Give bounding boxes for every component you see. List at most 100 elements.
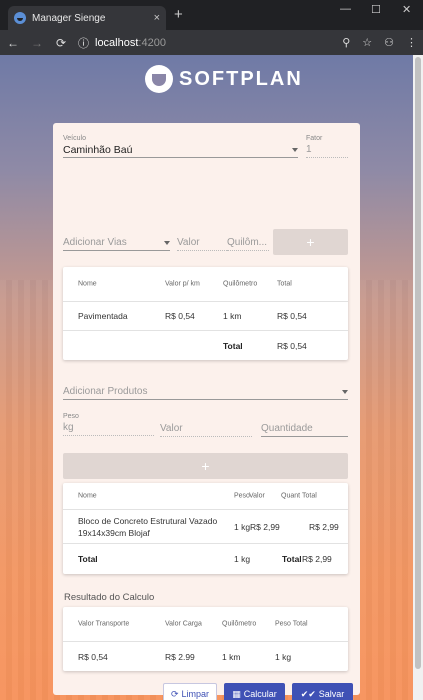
col-peso: Peso (234, 492, 250, 500)
produtos-table: Nome Peso Valor Quant Total Bloco de Con… (63, 483, 348, 574)
scrollbar[interactable] (413, 55, 423, 700)
col-quilometro: Quilômetro (223, 280, 258, 288)
cell-total: R$ 2,99 (309, 521, 339, 532)
table-row[interactable]: Bloco de Concreto Estrutural Vazado 19x14… (63, 510, 348, 544)
col-quilometro: Quilômetro (222, 620, 257, 628)
add-vias-select[interactable]: Adicionar Vias (63, 235, 170, 251)
logo-text: SOFTPLAN (179, 67, 303, 90)
produto-valor-input[interactable]: Valor (160, 421, 252, 437)
peso-placeholder: kg (63, 422, 74, 433)
table-total-row: Total R$ 0,54 (63, 331, 348, 360)
softplan-logo: SOFTPLAN (145, 65, 303, 93)
limpar-button[interactable]: ⟳ Limpar (163, 683, 217, 700)
tab-bar: Manager Sienge × + — ☐ ✕ (0, 0, 423, 30)
window-close-icon[interactable]: ✕ (402, 3, 411, 16)
table-header-row: Nome Peso Valor Quant Total (63, 483, 348, 510)
extension-icon[interactable]: ⚇ (384, 36, 394, 49)
col-valor-carga: Valor Carga (165, 620, 202, 628)
total-label: Total (78, 554, 98, 564)
tab-close-icon[interactable]: × (154, 12, 160, 24)
vehicle-select[interactable]: Veículo Caminhão Baú (63, 135, 298, 158)
col-valor-transporte: Valor Transporte (78, 620, 130, 628)
add-via-button[interactable]: + (273, 229, 348, 255)
page-viewport: SOFTPLAN Veículo Caminhão Baú Fator 1 Ad… (0, 55, 423, 700)
tab-title: Manager Sienge (32, 12, 106, 24)
table-row[interactable]: Pavimentada R$ 0,54 1 km R$ 0,54 (63, 302, 348, 331)
vias-km-placeholder: Quilôm... (227, 237, 268, 248)
salvar-label: Salvar (318, 689, 345, 699)
fator-label: Fator (306, 135, 323, 142)
logo-mark-icon (145, 65, 173, 93)
maximize-icon[interactable]: ☐ (371, 3, 381, 16)
peso-input[interactable]: Peso kg (63, 413, 154, 436)
quantidade-placeholder: Quantidade (261, 423, 313, 434)
total-label: Total (223, 340, 243, 351)
cell-valor-carga: R$ 2.99 (165, 651, 195, 662)
add-produtos-select[interactable]: Adicionar Produtos (63, 384, 348, 400)
cell-quilometro: 1 km (222, 651, 241, 662)
cell-km: 1 km (223, 311, 242, 321)
reload-icon[interactable]: ⟳ (54, 36, 68, 50)
salvar-button[interactable]: ✔✔ Salvar (292, 683, 353, 700)
calculator-icon: ▦ (232, 688, 241, 699)
resultado-title: Resultado do Calculo (64, 592, 155, 603)
cell-nome: Bloco de Concreto Estrutural Vazado 19x14… (78, 515, 217, 539)
add-vias-placeholder: Adicionar Vias (63, 237, 127, 248)
browser-chrome: Manager Sienge × + — ☐ ✕ ← → ⟳ ⓘ localho… (0, 0, 423, 55)
browser-menu-icon[interactable]: ⋮ (406, 36, 417, 49)
vias-valor-placeholder: Valor (177, 237, 200, 248)
total-value: R$ 2,99 (302, 554, 332, 564)
bookmark-star-icon[interactable]: ☆ (362, 36, 372, 49)
col-total: Total (277, 280, 292, 288)
url-host: localhost (95, 36, 139, 49)
table-header-row: Valor Transporte Valor Carga Quilômetro … (63, 607, 348, 642)
table-total-row: Total 1 kg Total R$ 2,99 (63, 544, 348, 574)
minimize-icon[interactable]: — (340, 3, 351, 15)
vias-km-input[interactable]: Quilôm... (227, 235, 269, 251)
col-quant: Quant (281, 492, 301, 500)
resultado-table: Valor Transporte Valor Carga Quilômetro … (63, 607, 348, 671)
browser-tab[interactable]: Manager Sienge × (8, 6, 166, 30)
new-tab-icon[interactable]: + (174, 7, 183, 22)
url-port: :4200 (138, 36, 166, 49)
dropdown-arrow-icon (164, 240, 170, 245)
cell-nome-line2: 19x14x39cm Blojaf (78, 527, 150, 538)
table-header-row: Nome Valor p/ km Quilômetro Total (63, 267, 348, 302)
cell-valor-transporte: R$ 0,54 (78, 651, 108, 662)
scrollbar-thumb[interactable] (415, 57, 421, 669)
fator-field[interactable]: Fator 1 (306, 135, 348, 158)
zoom-icon[interactable]: ⚲ (342, 36, 350, 49)
col-nome: Nome (78, 280, 97, 288)
col-total: Total (302, 492, 317, 500)
fator-value: 1 (306, 144, 312, 155)
vehicle-label: Veículo (63, 135, 86, 142)
total-peso: 1 kg (234, 554, 251, 564)
vehicle-value: Caminhão Baú (63, 143, 133, 156)
double-check-icon: ✔✔ (300, 688, 316, 699)
col-peso-total: Peso Total (275, 620, 308, 628)
cell-total: R$ 0,54 (277, 311, 307, 321)
calcular-button[interactable]: ▦ Calcular (224, 683, 285, 700)
table-row: R$ 0,54 R$ 2.99 1 km 1 kg (63, 642, 348, 671)
col-nome: Nome (78, 492, 97, 500)
limpar-label: Limpar (181, 689, 210, 699)
dropdown-arrow-icon (292, 147, 298, 152)
favicon-icon (14, 12, 26, 24)
nav-bar: ← → ⟳ ⓘ localhost:4200 ⚲ ☆ ⚇ ⋮ (0, 30, 423, 55)
add-produto-button[interactable]: + (63, 453, 348, 479)
col-valor-km: Valor p/ km (165, 280, 200, 288)
back-icon[interactable]: ← (6, 36, 20, 50)
peso-label: Peso (63, 413, 79, 420)
vias-valor-input[interactable]: Valor (177, 235, 227, 251)
quantidade-input[interactable]: Quantidade (261, 421, 348, 437)
info-icon[interactable]: ⓘ (78, 35, 89, 51)
col-valor: Valor (249, 492, 265, 500)
calculator-card: Veículo Caminhão Baú Fator 1 Adicionar V… (53, 123, 360, 700)
cell-nome: Pavimentada (78, 311, 128, 321)
add-produtos-placeholder: Adicionar Produtos (63, 386, 148, 397)
forward-icon[interactable]: → (30, 36, 44, 50)
total-value: R$ 0,54 (277, 340, 307, 351)
address-bar[interactable]: ⓘ localhost:4200 (78, 33, 332, 52)
vias-table: Nome Valor p/ km Quilômetro Total Pavime… (63, 267, 348, 360)
refresh-icon: ⟳ (170, 688, 179, 699)
